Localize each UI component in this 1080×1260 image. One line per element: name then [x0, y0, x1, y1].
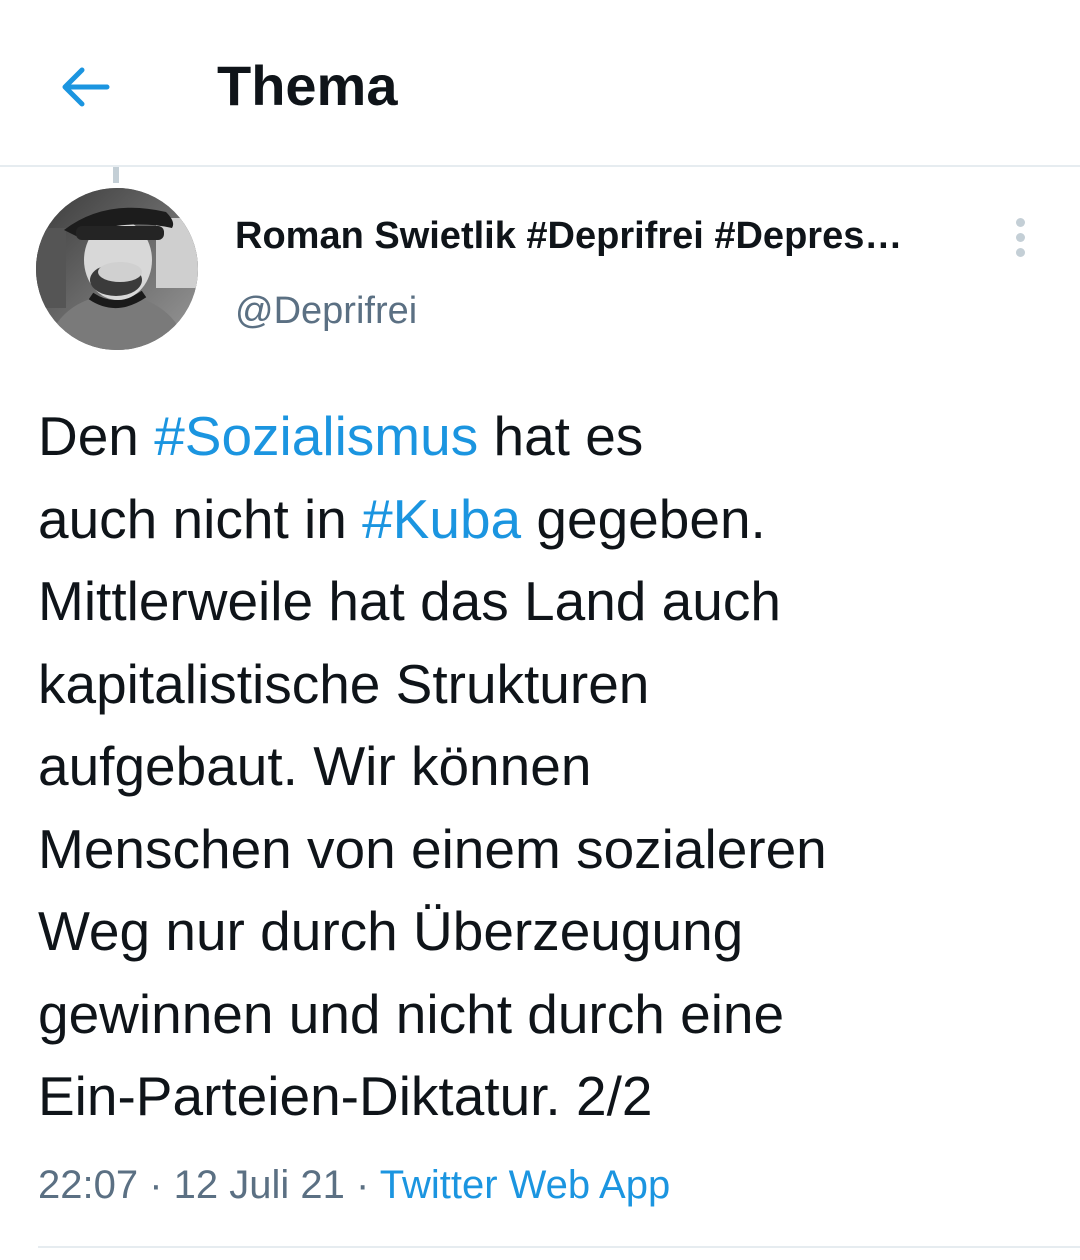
divider: [38, 1246, 1080, 1248]
hashtag-link-sozialismus[interactable]: #Sozialismus: [154, 405, 478, 467]
avatar-photo: [36, 188, 198, 350]
author-name[interactable]: Roman Swietlik #Deprifrei #Depres…: [235, 210, 975, 262]
tweet-text: Den #Sozialismus hat es auch nicht in #K…: [38, 395, 1038, 1138]
tweet-text-segment: hat es: [478, 405, 644, 467]
tweet-line: Weg nur durch Überzeugung: [38, 900, 744, 962]
tweet-line: Mittlerweile hat das Land auch: [38, 570, 781, 632]
tweet-line: Ein-Parteien-Diktatur. 2/2: [38, 1065, 653, 1127]
tweet-line: Den #Sozialismus hat es: [38, 395, 1038, 478]
avatar[interactable]: [36, 188, 198, 350]
back-button[interactable]: [50, 52, 120, 122]
tweet-line: kapitalistische Strukturen: [38, 652, 650, 715]
thread-connector-line: [113, 167, 119, 183]
tweet-text-segment: auch nicht in: [38, 487, 363, 550]
author-handle[interactable]: @Deprifrei: [235, 285, 417, 337]
tweet-time[interactable]: 22:07: [38, 1163, 138, 1207]
meta-separator: ·: [344, 1163, 380, 1207]
tweet-meta: 22:07 · 12 Juli 21 · Twitter Web App: [38, 1155, 670, 1215]
tweet-date[interactable]: 12 Juli 21: [174, 1163, 345, 1207]
tweet-line: gewinnen und nicht durch eine: [38, 982, 785, 1045]
more-options-button[interactable]: [1000, 212, 1040, 262]
tweet-text-segment: Den: [38, 405, 155, 467]
hashtag-link-kuba[interactable]: #Kuba: [362, 488, 521, 550]
page-title: Thema: [217, 54, 398, 117]
tweet-line: aufgebaut. Wir können: [38, 735, 592, 797]
tweet-source-link[interactable]: Twitter Web App: [380, 1163, 671, 1207]
more-vertical-icon: [1015, 217, 1025, 227]
more-vertical-icon-dot: [1015, 232, 1025, 242]
tweet-text-segment: gegeben.: [521, 487, 766, 550]
tweet-line: Menschen von einem sozialeren: [38, 817, 827, 880]
tweet-line: auch nicht in #Kuba gegeben.: [38, 478, 1038, 561]
meta-separator: ·: [138, 1163, 174, 1207]
more-vertical-icon-dot: [1015, 247, 1025, 257]
arrow-left-icon: [62, 67, 110, 107]
top-bar: Thema: [0, 0, 1080, 167]
